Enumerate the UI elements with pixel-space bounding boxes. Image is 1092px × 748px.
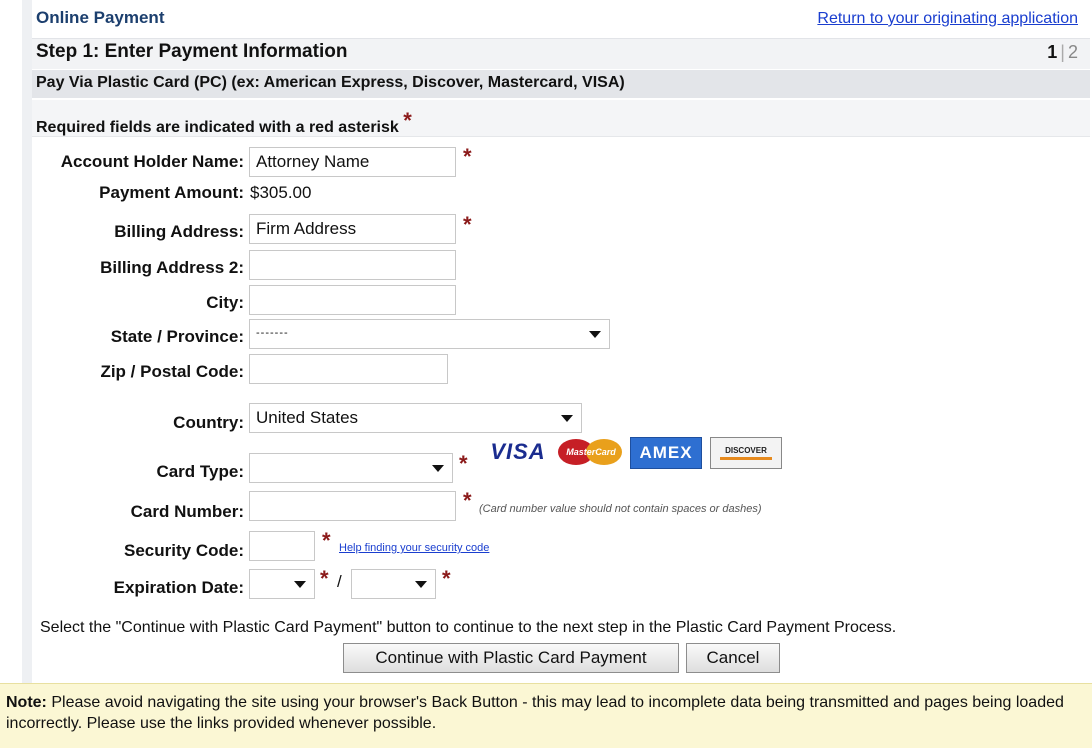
- required-asterisk: *: [403, 108, 412, 133]
- billing-address-required: *: [463, 212, 472, 237]
- expiration-label: Expiration Date:: [113, 578, 244, 597]
- card-number-hint: (Card number value should not contain sp…: [479, 503, 762, 515]
- state-select[interactable]: -------: [249, 319, 610, 349]
- required-note: Required fields are indicated with a red…: [36, 108, 412, 138]
- country-select-value: United States: [256, 408, 359, 427]
- expiration-year-required: *: [442, 566, 451, 591]
- instructions-text: Select the "Continue with Plastic Card P…: [40, 619, 897, 636]
- state-label: State / Province:: [110, 327, 244, 346]
- billing-address-input[interactable]: Firm Address: [249, 214, 456, 244]
- expiration-separator: /: [337, 572, 342, 591]
- chevron-down-icon: [589, 331, 601, 338]
- discover-logo: DISCOVER: [710, 437, 782, 469]
- security-code-required: *: [322, 528, 331, 553]
- card-number-required: *: [463, 488, 472, 513]
- discover-logo-stripe: [720, 457, 772, 460]
- billing-address2-input[interactable]: [249, 250, 456, 280]
- chevron-down-icon: [432, 465, 444, 472]
- continue-button[interactable]: Continue with Plastic Card Payment: [343, 643, 679, 673]
- expiration-month-required: *: [320, 566, 329, 591]
- card-number-label: Card Number:: [130, 502, 244, 521]
- city-label: City:: [206, 293, 244, 312]
- note-label: Note:: [6, 694, 47, 711]
- chevron-down-icon: [561, 415, 573, 422]
- discover-logo-text: DISCOVER: [725, 446, 767, 455]
- billing-address2-label: Billing Address 2:: [100, 258, 244, 277]
- step-title: Step 1: Enter Payment Information: [36, 41, 348, 62]
- card-type-required: *: [459, 451, 468, 476]
- left-rail: [22, 0, 32, 683]
- country-select[interactable]: United States: [249, 403, 582, 433]
- cancel-button[interactable]: Cancel: [686, 643, 780, 673]
- billing-address-label: Billing Address:: [114, 222, 244, 241]
- card-type-label: Card Type:: [156, 462, 244, 481]
- payment-amount-value: $305.00: [250, 183, 312, 202]
- zip-input[interactable]: [249, 354, 448, 384]
- account-holder-input[interactable]: Attorney Name: [249, 147, 456, 177]
- account-holder-label: Account Holder Name:: [60, 152, 244, 171]
- payment-page: Online Payment Return to your originatin…: [0, 0, 1092, 748]
- city-input[interactable]: [249, 285, 456, 315]
- security-code-label: Security Code:: [124, 541, 244, 560]
- note-panel: Note: Please avoid navigating the site u…: [0, 683, 1092, 748]
- expiration-month-select[interactable]: [249, 569, 315, 599]
- visa-logo: VISA: [490, 439, 546, 464]
- page-title: Online Payment: [36, 8, 165, 27]
- required-note-text: Required fields are indicated with a red…: [36, 119, 399, 136]
- mastercard-logo-text: MasterCard: [566, 447, 616, 457]
- state-select-value: -------: [256, 327, 289, 339]
- step-next: 2: [1067, 42, 1078, 62]
- step-separator: |: [1060, 42, 1065, 62]
- security-code-help-link[interactable]: Help finding your security code: [339, 542, 489, 554]
- zip-label: Zip / Postal Code:: [100, 362, 244, 381]
- section-title: Pay Via Plastic Card (PC) (ex: American …: [36, 74, 625, 91]
- return-link[interactable]: Return to your originating application: [817, 10, 1078, 28]
- card-type-select[interactable]: [249, 453, 453, 483]
- step-indicator: 1 | 2: [1047, 42, 1078, 63]
- chevron-down-icon: [294, 581, 306, 588]
- chevron-down-icon: [415, 581, 427, 588]
- expiration-year-select[interactable]: [351, 569, 436, 599]
- mastercard-logo: MasterCard: [558, 437, 624, 467]
- country-label: Country:: [173, 413, 244, 432]
- amex-logo: AMEX: [630, 437, 702, 469]
- step-current: 1: [1047, 42, 1058, 62]
- security-code-input[interactable]: [249, 531, 315, 561]
- note-text: Please avoid navigating the site using y…: [6, 694, 1064, 732]
- card-number-input[interactable]: [249, 491, 456, 521]
- payment-amount-label: Payment Amount:: [99, 183, 244, 202]
- account-holder-required: *: [463, 144, 472, 169]
